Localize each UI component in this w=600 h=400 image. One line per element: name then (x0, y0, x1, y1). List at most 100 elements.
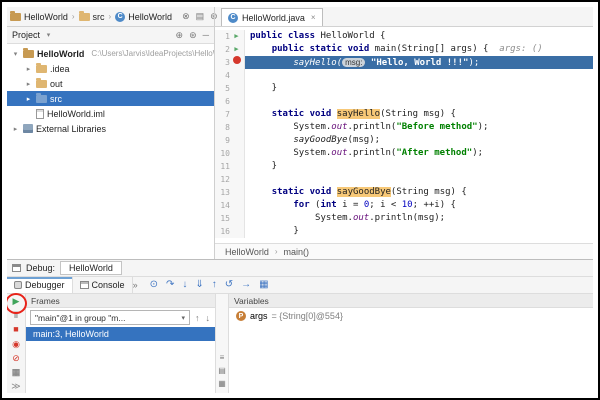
breadcrumb-item[interactable]: src (79, 12, 105, 22)
drop-frame-button[interactable]: ↺ (225, 280, 233, 290)
code-area[interactable]: 1▶public class HelloWorld {2▶ public sta… (215, 27, 593, 243)
frame-up-button[interactable]: ↑ (194, 313, 201, 323)
editor-gutter[interactable]: 14 (215, 199, 245, 212)
line-number: 6 (215, 95, 230, 108)
frame-down-button[interactable]: ↓ (205, 313, 212, 323)
tab-debugger[interactable]: Debugger (7, 277, 73, 293)
tree-collapsed-arrow-icon[interactable]: ▸ (24, 95, 33, 103)
intellij-ide: HelloWorld›src›CHelloWorld ⊗ ▤ ⊛ C HelloWo… (7, 7, 593, 393)
breakpoint-icon[interactable] (230, 56, 243, 69)
editor-gutter[interactable]: 13 (215, 186, 245, 199)
variables-list: Pargs= {String[0]@554} (229, 308, 593, 324)
tree-item[interactable]: ▸.idea (7, 61, 214, 76)
editor-gutter[interactable]: 10 (215, 147, 245, 160)
run-gutter-icon[interactable]: ▶ (230, 30, 243, 43)
tree-collapsed-arrow-icon[interactable]: ▸ (24, 65, 33, 73)
locate-icon[interactable]: ⊕ (176, 31, 184, 40)
editor-gutter[interactable]: 6 (215, 95, 245, 108)
show-execution-point-button[interactable]: ⊙ (150, 280, 158, 290)
run-to-cursor-button[interactable]: → (241, 280, 251, 290)
tree-item[interactable]: ▸out (7, 76, 214, 91)
code-text: System.out.println("After method"); (245, 147, 593, 160)
stop-button[interactable]: ■ (10, 324, 23, 335)
tree-item-label: src (50, 94, 62, 104)
breadcrumb-item[interactable]: HelloWorld (10, 12, 68, 22)
frames-filter-icon[interactable]: ▤ (218, 367, 226, 375)
editor-gutter[interactable]: 7 (215, 108, 245, 121)
resume-button[interactable]: ▶ (10, 296, 23, 307)
token-kw: for (293, 200, 309, 210)
run-gutter-icon[interactable]: ▶ (230, 43, 243, 56)
editor-panel: 1▶public class HelloWorld {2▶ public sta… (214, 27, 593, 259)
editor-gutter[interactable]: 2▶ (215, 43, 245, 56)
line-number: 8 (215, 121, 230, 134)
breadcrumb-label: src (93, 12, 105, 22)
editor-gutter[interactable]: 1▶ (215, 30, 245, 43)
editor-gutter[interactable]: 11 (215, 160, 245, 173)
token-t (331, 109, 336, 119)
code-text: public class HelloWorld { (245, 30, 593, 43)
code-line: 14 for (int i = 0; i < 10; ++i) { (215, 199, 593, 212)
token-t (250, 44, 272, 54)
token-kw: static (310, 44, 343, 54)
tab-console[interactable]: Console (73, 277, 133, 293)
tree-item[interactable]: ▾HelloWorldC:\Users\Jarvis\IdeaProjects\… (7, 46, 214, 61)
breakpoint-dot (233, 56, 241, 64)
step-into-button[interactable]: ↓ (182, 280, 187, 290)
hide-icon[interactable]: ─ (203, 31, 209, 40)
token-t (250, 200, 293, 210)
tabs-more-icon[interactable]: » (133, 281, 138, 290)
force-step-into-button[interactable]: ⇓ (195, 280, 203, 290)
code-text: System.out.println(msg); (245, 212, 593, 225)
editor-gutter[interactable]: 16 (215, 225, 245, 238)
tab-close-icon[interactable]: × (309, 13, 316, 22)
code-line: 10 System.out.println("After method"); (215, 147, 593, 160)
editor-breadcrumb-item[interactable]: HelloWorld (225, 247, 269, 257)
mute-breakpoints-button[interactable]: ⊘ (10, 353, 23, 364)
debugger-console-tabs: DebuggerConsole» (7, 277, 138, 293)
breadcrumb-item[interactable]: CHelloWorld (115, 12, 172, 22)
tree-expanded-arrow-icon[interactable]: ▾ (11, 50, 20, 58)
frame-row[interactable]: main:3, HelloWorld (26, 327, 215, 341)
editor-gutter[interactable]: 9 (215, 134, 245, 147)
tree-collapsed-arrow-icon[interactable]: ▸ (24, 80, 33, 88)
structure-icon[interactable]: ▤ (196, 12, 205, 21)
token-t: ; ++i) { (413, 200, 456, 210)
folder-src-icon (36, 95, 47, 103)
step-out-button[interactable]: ↑ (212, 280, 217, 290)
close-circle-icon[interactable]: ⊗ (182, 12, 190, 21)
editor-gutter[interactable]: 15 (215, 212, 245, 225)
variable-row[interactable]: Pargs= {String[0]@554} (229, 308, 593, 324)
editor-tab[interactable]: C HelloWorld.java × (221, 8, 323, 26)
editor-gutter[interactable]: 12 (215, 173, 245, 186)
tree-item[interactable]: HelloWorld.iml (7, 106, 214, 121)
more-toolwindows-chevron[interactable]: ≫ (11, 381, 20, 392)
tree-item[interactable]: ▸External Libraries (7, 121, 214, 136)
debug-settings-button[interactable]: ▦ (10, 367, 23, 378)
code-line: 13 static void sayGoodBye(String msg) { (215, 186, 593, 199)
threads-view-icon[interactable]: ≡ (220, 354, 225, 362)
editor-gutter[interactable]: 4 (215, 69, 245, 82)
editor-gutter[interactable]: 8 (215, 121, 245, 134)
evaluate-expression-button[interactable]: ▦ (259, 280, 268, 290)
step-over-button[interactable]: ↷ (166, 280, 174, 290)
view-breakpoints-button[interactable]: ◉ (10, 339, 23, 350)
debug-session-tab[interactable]: HelloWorld (60, 261, 122, 275)
gear-icon[interactable]: ⊛ (189, 31, 197, 40)
console-icon (80, 281, 89, 289)
breadcrumb: HelloWorld›src›CHelloWorld (10, 12, 172, 22)
editor-breadcrumb-item[interactable]: main() (284, 247, 310, 257)
code-text: public static void main(String[] args) {… (245, 43, 593, 56)
tree-collapsed-arrow-icon[interactable]: ▸ (11, 125, 20, 133)
thread-dropdown[interactable]: "main"@1 in group "m... ▾ (30, 310, 190, 325)
chevron-down-icon[interactable]: ▾ (44, 31, 53, 39)
tree-item[interactable]: ▸ src (7, 91, 214, 106)
tree-item-path: C:\Users\Jarvis\IdeaProjects\HelloWorld (91, 49, 214, 58)
frames-settings-icon[interactable]: ▦ (218, 380, 226, 388)
pause-button[interactable]: ‖ (10, 310, 23, 321)
editor-gutter[interactable]: 5 (215, 82, 245, 95)
variables-title: Variables (234, 296, 269, 306)
code-text: for (int i = 0; i < 10; ++i) { (245, 199, 593, 212)
editor-gutter[interactable]: 3 (215, 56, 245, 69)
navbar-icons: ⊗▤⊛ (182, 12, 218, 21)
